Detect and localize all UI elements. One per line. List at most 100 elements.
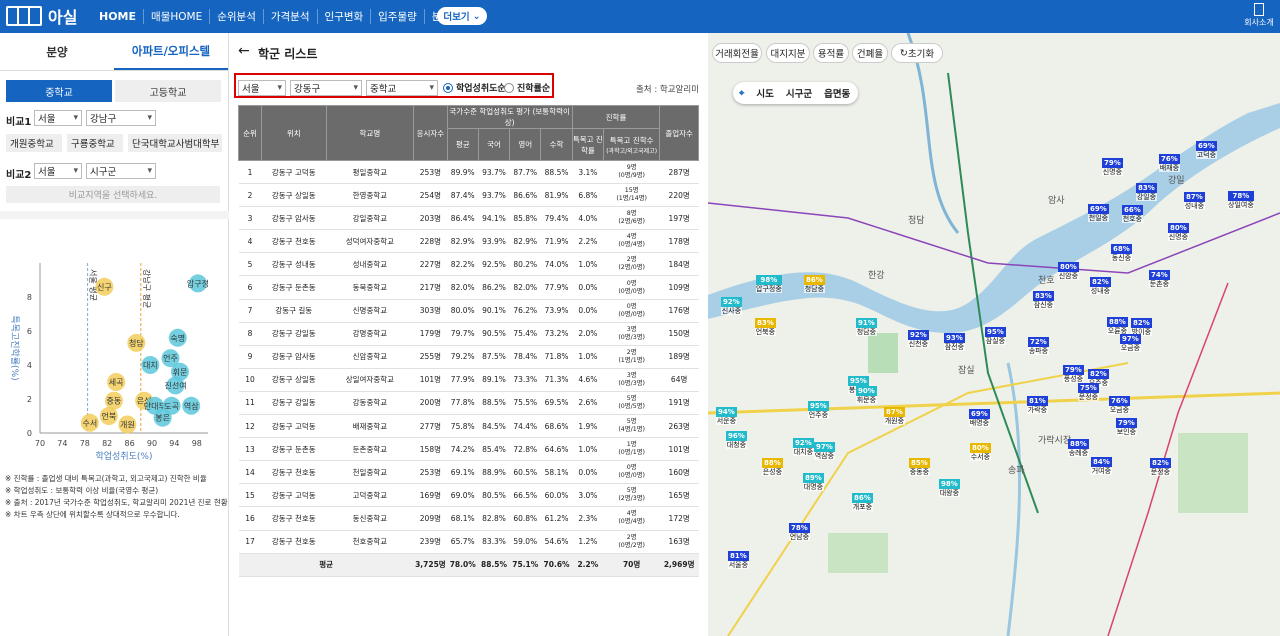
school-flag[interactable]: 92% 대치중	[793, 438, 814, 456]
school-flag[interactable]: 83% 잠신중	[1033, 291, 1054, 309]
compare1-region-select[interactable]: 서울	[34, 110, 82, 126]
nav-item[interactable]: 매물HOME	[143, 9, 209, 24]
crosshair-icon[interactable]: ⌖	[733, 88, 750, 99]
school-flag[interactable]: 82% 성내중	[1090, 277, 1111, 295]
school-flag[interactable]: 89% 대명중	[803, 473, 824, 491]
school-flag[interactable]: 79% 풍성중	[1063, 365, 1084, 383]
school-flag[interactable]: 76% 배재중	[1159, 154, 1180, 172]
school-flag[interactable]: 76% 오금중	[1109, 396, 1130, 414]
map-button[interactable]: 거래회전율	[712, 43, 762, 63]
school-flag[interactable]: 98% 압구정중	[756, 275, 782, 293]
school-flag[interactable]: 92% 신천중	[908, 330, 929, 348]
school-flag[interactable]: 88% 송례중	[1068, 439, 1089, 457]
compare2-district-select[interactable]: 시구군	[86, 163, 156, 179]
school-flag[interactable]: 93% 잠전중	[944, 333, 965, 351]
school-flag[interactable]: 95% 잠실중	[985, 327, 1006, 345]
school-flag[interactable]: 84% 거여중	[1091, 457, 1112, 475]
high-school-button[interactable]: 고등학교	[115, 80, 221, 102]
table-row[interactable]: 12 강동구 고덕동 배재중학교 277명 75.8% 84.5% 74.4% 68.6% 1.…	[238, 414, 699, 439]
chip-school-3[interactable]: 단국대학교사범대학부	[128, 134, 222, 152]
tab-apartment[interactable]: 아파트/오피스텔	[114, 33, 228, 70]
school-flag[interactable]: 88% 오륜중	[1107, 317, 1128, 335]
table-row[interactable]: 4 강동구 천호동 성덕여자중학교 228명 82.9% 93.9% 82.9% 71.9% 2…	[238, 229, 699, 254]
school-flag[interactable]: 82% 문정중	[1150, 458, 1171, 476]
school-flag[interactable]: 80% 신암중	[1058, 262, 1079, 280]
nav-item[interactable]: 순위분석	[209, 9, 263, 24]
tab-presale[interactable]: 분양	[0, 33, 114, 70]
school-flag[interactable]: 83% 언북중	[755, 318, 776, 336]
school-flag[interactable]: 96% 대청중	[726, 431, 747, 449]
nav-item[interactable]: 가격분석	[262, 9, 317, 24]
school-flag[interactable]: 69% 배명중	[969, 409, 990, 427]
chip-school-1[interactable]: 개원중학교	[6, 134, 62, 152]
back-arrow-icon[interactable]: ←	[238, 43, 250, 59]
school-flag[interactable]: 87% 성내중	[1184, 192, 1205, 210]
school-flag[interactable]: 66% 천호중	[1122, 205, 1143, 223]
district-select[interactable]: 강동구	[290, 80, 362, 96]
school-flag[interactable]: 78% 상일여중	[1228, 191, 1254, 209]
school-flag[interactable]: 79% 보인중	[1116, 418, 1137, 436]
level-sido[interactable]: 시도	[750, 86, 779, 100]
table-row[interactable]: 2 강동구 상일동 한영중학교 254명 87.4% 93.7% 86.6% 81.9% 6.8…	[238, 183, 699, 208]
more-button[interactable]: 더보기 ⌄	[437, 7, 487, 25]
level-sigungu[interactable]: 시구군	[780, 86, 818, 100]
map-button[interactable]: 대지지분	[766, 43, 810, 63]
school-flag[interactable]: 90% 휘문중	[856, 386, 877, 404]
nav-item[interactable]: 인구변화	[316, 9, 371, 24]
school-flag[interactable]: 72% 송파중	[1028, 337, 1049, 355]
compare2-region-select[interactable]: 서울	[34, 163, 82, 179]
map-button[interactable]: ↻ 초기화	[891, 43, 943, 63]
table-row[interactable]: 17 강동구 천호동 천호중학교 239명 65.7% 83.3% 59.0% 54.6% 1.…	[238, 530, 699, 554]
table-row[interactable]: 15 강동구 고덕동 고덕중학교 169명 69.0% 80.5% 66.5% 60.0% 3.…	[238, 483, 699, 508]
school-flag[interactable]: 97% 역삼중	[814, 442, 835, 460]
table-row[interactable]: 8 강동구 강일동 강명중학교 179명 79.7% 90.5% 75.4% 73.2% 2.0…	[238, 322, 699, 346]
level-eupmyeondong[interactable]: 읍면동	[818, 86, 856, 100]
radio-advancement[interactable]: 진학률순	[504, 81, 550, 94]
table-row[interactable]: 11 강동구 강일동 강동중학교 200명 77.8% 88.5% 75.5% 69.5% 2.…	[238, 391, 699, 416]
table-row[interactable]: 16 강동구 천호동 동신중학교 209명 68.1% 82.8% 60.8% 61.2% 2.…	[238, 506, 699, 531]
school-flag[interactable]: 78% 언남중	[789, 523, 810, 541]
table-row[interactable]: 5 강동구 성내동 성내중학교 227명 82.2% 92.5% 80.2% 74.0% 1.0…	[238, 252, 699, 277]
school-flag[interactable]: 81% 서울중	[728, 551, 749, 569]
school-flag[interactable]: 79% 신명중	[1102, 158, 1123, 176]
school-flag[interactable]: 85% 중동중	[909, 458, 930, 476]
school-flag[interactable]: 69% 천일중	[1088, 204, 1109, 222]
nav-item[interactable]: HOME	[92, 10, 143, 23]
company-info-button[interactable]: 회사소개	[1244, 3, 1274, 28]
compare1-district-select[interactable]: 강남구	[86, 110, 156, 126]
school-flag[interactable]: 80% 신명중	[1168, 223, 1189, 241]
school-flag[interactable]: 68% 동신중	[1111, 244, 1132, 262]
school-flag[interactable]: 87% 개원중	[884, 407, 905, 425]
nav-item[interactable]: 입주물량	[370, 9, 424, 24]
school-flag[interactable]: 81% 가락중	[1027, 396, 1048, 414]
school-flag[interactable]: 80% 수서중	[970, 443, 991, 461]
map-button[interactable]: 용적률	[813, 43, 849, 63]
school-flag[interactable]: 97% 오금중	[1120, 334, 1141, 352]
table-row[interactable]: 10 강동구 상일동 상일여자중학교 101명 77.9% 89.1% 73.3% 71.3%…	[238, 368, 699, 392]
table-row[interactable]: 7 강동구 길동 신명중학교 303명 80.0% 90.1% 76.2% 73.9% 0.0%…	[238, 299, 699, 323]
school-flag[interactable]: 92% 신사중	[721, 297, 742, 315]
school-flag[interactable]: 94% 서운중	[716, 407, 737, 425]
table-row[interactable]: 6 강동구 둔촌동 동북중학교 217명 82.0% 86.2% 82.0% 77.9% 0.0…	[238, 275, 699, 300]
school-flag[interactable]: 69% 고덕중	[1196, 141, 1217, 159]
school-flag[interactable]: 91% 청담중	[856, 318, 877, 336]
school-flag[interactable]: 95% 언주중	[808, 401, 829, 419]
level-select[interactable]: 중학교	[366, 80, 438, 96]
map-view[interactable]: 한강 잠실 청담 암사 강일 천호 송파 가락시장 거래회전율 대지지분 용적률 건폐율 ↻ 초기화 …	[708, 33, 1280, 636]
table-row[interactable]: 1 강동구 고덕동 평일중학교 253명 89.9% 93.7% 87.7% 88.5% 3.1…	[238, 160, 699, 185]
table-row[interactable]: 13 강동구 둔촌동 둔촌중학교 158명 74.2% 85.4% 72.8% 64.6% 1.…	[238, 437, 699, 462]
school-flag[interactable]: 86% 개포중	[852, 493, 873, 511]
radio-achievement[interactable]: 학업성취도순	[443, 81, 506, 94]
school-flag[interactable]: 83% 강일중	[1136, 183, 1157, 201]
map-button[interactable]: 건폐율	[852, 43, 888, 63]
chip-school-2[interactable]: 구룡중학교	[67, 134, 123, 152]
middle-school-button[interactable]: 중학교	[6, 80, 112, 102]
region-select[interactable]: 서울	[238, 80, 286, 96]
school-flag[interactable]: 74% 둔촌중	[1149, 270, 1170, 288]
school-flag[interactable]: 75% 문정중	[1078, 383, 1099, 401]
school-flag[interactable]: 86% 청담중	[804, 275, 825, 293]
table-row[interactable]: 14 강동구 천호동 천일중학교 253명 69.1% 88.9% 60.5% 58.1% 0.…	[238, 460, 699, 485]
logo[interactable]: 아실	[6, 5, 77, 27]
school-flag[interactable]: 98% 대왕중	[939, 479, 960, 497]
school-flag[interactable]: 88% 은성중	[762, 458, 783, 476]
